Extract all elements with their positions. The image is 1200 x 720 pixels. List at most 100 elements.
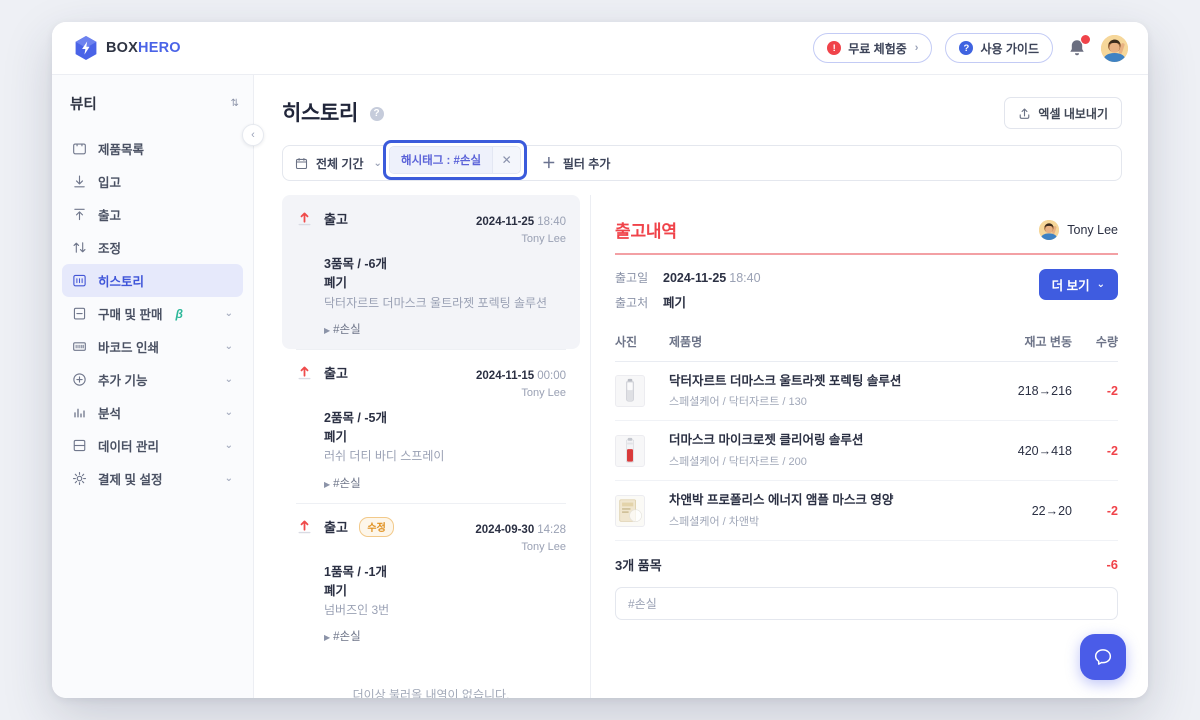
sidebar-item-inbound[interactable]: 입고 xyxy=(62,165,243,198)
history-card-datetime: 2024-09-3014:28 xyxy=(475,517,566,540)
excel-export-label: 엑셀 내보내기 xyxy=(1038,105,1108,122)
table-row[interactable]: 닥터자르트 더마스크 울트라젯 포렉팅 솔루션 스페셜케어 / 닥터자르트 / … xyxy=(615,362,1118,422)
brand-logo[interactable]: BOXHERO xyxy=(74,35,181,61)
history-card-tag[interactable]: ▶#손실 xyxy=(324,321,566,337)
export-icon xyxy=(1018,107,1031,120)
workspace-selector[interactable]: 뷰티 ⇅ xyxy=(70,93,239,114)
detail-header: 출고내역 xyxy=(615,217,1118,242)
detail-info-value: 2024-11-2518:40 xyxy=(663,271,761,285)
product-thumbnail-bottle xyxy=(615,435,645,467)
sidebar-item-analytics[interactable]: 분석 ⌄ xyxy=(62,396,243,429)
column-header-name: 제품명 xyxy=(669,333,976,350)
chevron-down-icon: ⌄ xyxy=(225,407,233,418)
free-trial-label: 무료 체험중 xyxy=(848,40,907,57)
history-card-user: Tony Lee xyxy=(476,386,566,402)
history-card-user: Tony Lee xyxy=(475,540,566,556)
help-icon[interactable]: ? xyxy=(370,107,384,121)
detail-info: 출고일 2024-11-2518:40 출고처 폐기 더 보기 ⌄ xyxy=(615,269,1118,317)
list-item[interactable]: 출고 2024-11-1500:00 Tony Lee 2품목 / -5개 xyxy=(282,349,580,503)
stock-before: 22 xyxy=(1032,504,1046,518)
history-card-datetime: 2024-11-2518:40 xyxy=(476,209,566,232)
sidebar-item-barcode-print[interactable]: 바코드 인쇄 ⌄ xyxy=(62,330,243,363)
exclamation-circle-icon: ! xyxy=(827,41,841,55)
hashtag-input[interactable]: #손실 xyxy=(615,587,1118,620)
table-row[interactable]: 차앤박 프로폴리스 에너지 앰플 마스크 영양 스페셜케어 / 차앤박 22→2… xyxy=(615,481,1118,541)
sidebar-item-products[interactable]: 제품목록 xyxy=(62,132,243,165)
column-header-stock-change: 재고 변동 xyxy=(976,333,1072,350)
hashtag-filter-chip[interactable]: 해시태그 : #손실 ✕ xyxy=(389,146,521,174)
user-guide-button[interactable]: ? 사용 가이드 xyxy=(945,33,1053,63)
table-header-row: 사진 제품명 재고 변동 수량 xyxy=(615,333,1118,362)
chevron-right-icon: › xyxy=(915,42,919,54)
detail-table: 사진 제품명 재고 변동 수량 xyxy=(615,333,1118,542)
product-sub: 스페셜케어 / 닥터자르트 / 200 xyxy=(669,453,968,469)
body-split: 뷰티 ⇅ 제품목록 입고 출고 조정 xyxy=(52,75,1148,698)
product-sub: 스페셜케어 / 닥터자르트 / 130 xyxy=(669,393,968,409)
detail-user: Tony Lee xyxy=(1039,220,1118,240)
detail-user-name: Tony Lee xyxy=(1067,223,1118,237)
notification-bell-button[interactable] xyxy=(1066,36,1088,60)
quantity-value: -2 xyxy=(1107,504,1118,518)
table-row[interactable]: 더마스크 마이크로젯 클리어링 솔루션 스페셜케어 / 닥터자르트 / 200 … xyxy=(615,421,1118,481)
chat-support-button[interactable] xyxy=(1080,634,1126,680)
history-card-time: 00:00 xyxy=(537,370,566,382)
history-card-tag-label: #손실 xyxy=(333,631,361,643)
content-area: 출고 2024-11-2518:40 Tony Lee 3품목 / -6개 xyxy=(254,195,1148,698)
sidebar-collapse-button[interactable]: ‹ xyxy=(242,124,264,146)
list-item[interactable]: 출고 2024-11-2518:40 Tony Lee 3품목 / -6개 xyxy=(282,195,580,349)
arrow-right-icon: → xyxy=(1039,384,1052,398)
history-card-body: 2품목 / -5개 폐기 러쉬 더티 바디 스프레이 ▶#손실 xyxy=(296,409,566,491)
history-card-header: 출고 2024-11-2518:40 Tony Lee xyxy=(296,209,566,248)
sidebar-item-label: 출고 xyxy=(98,205,121,224)
history-card-type: 출고 xyxy=(324,520,348,535)
free-trial-button[interactable]: ! 무료 체험중 › xyxy=(813,33,932,63)
sidebar-item-purchase-sales[interactable]: 구매 및 판매 β ⌄ xyxy=(62,297,243,330)
detail-title: 출고내역 xyxy=(615,217,677,242)
brand-name-light: HERO xyxy=(138,40,181,56)
history-icon xyxy=(72,273,87,288)
sidebar-item-outbound[interactable]: 출고 xyxy=(62,198,243,231)
quantity-value: -2 xyxy=(1107,444,1118,458)
add-filter-button[interactable]: ＋ 필터 추가 xyxy=(529,146,624,180)
chevron-down-icon: ⌄ xyxy=(225,473,233,484)
history-card-date: 2024-11-25 xyxy=(476,216,534,228)
period-filter[interactable]: 전체 기간 ⌄ xyxy=(283,146,394,180)
sidebar-item-billing-settings[interactable]: 결제 및 설정 ⌄ xyxy=(62,462,243,495)
avatar[interactable] xyxy=(1101,35,1128,62)
outbound-arrow-icon xyxy=(296,364,313,381)
triangle-right-icon: ▶ xyxy=(324,480,330,489)
product-name: 더마스크 마이크로젯 클리어링 솔루션 xyxy=(669,432,968,449)
user-avatar-icon xyxy=(1101,35,1128,62)
sidebar: 뷰티 ⇅ 제품목록 입고 출고 조정 xyxy=(52,75,254,698)
question-circle-icon: ? xyxy=(959,41,973,55)
sidebar-item-data-management[interactable]: 데이터 관리 ⌄ xyxy=(62,429,243,462)
history-card-tag[interactable]: ▶#손실 xyxy=(324,475,566,491)
list-item[interactable]: 출고 수정 2024-09-3014:28 Tony Lee xyxy=(282,503,580,657)
sidebar-item-label: 구매 및 판매 xyxy=(98,304,162,323)
history-card-destination: 폐기 xyxy=(324,428,566,447)
filter-bar: 전체 기간 ⌄ 해시태그 : #손실 ✕ ＋ 필터 추가 xyxy=(282,145,1122,181)
plus-circle-icon xyxy=(72,372,87,387)
sidebar-item-adjustment[interactable]: 조정 xyxy=(62,231,243,264)
arrow-right-icon: → xyxy=(1046,504,1059,518)
sidebar-item-history[interactable]: 히스토리 xyxy=(62,264,243,297)
history-card-time: 14:28 xyxy=(537,524,566,536)
calendar-icon xyxy=(295,157,308,170)
more-button[interactable]: 더 보기 ⌄ xyxy=(1039,269,1118,300)
excel-export-button[interactable]: 엑셀 내보내기 xyxy=(1004,97,1122,129)
beta-badge: β xyxy=(175,307,182,321)
history-card-body: 3품목 / -6개 폐기 닥터자르트 더마스크 울트라젯 포렉팅 솔루션 ▶#손… xyxy=(296,255,566,337)
close-icon[interactable]: ✕ xyxy=(492,147,520,173)
brand-name-bold: BOX xyxy=(106,40,138,56)
history-card-date: 2024-09-30 xyxy=(475,524,534,536)
sidebar-item-extra-features[interactable]: 추가 기능 ⌄ xyxy=(62,363,243,396)
arrows-updown-icon xyxy=(72,240,87,255)
chevron-down-icon: ⌄ xyxy=(225,341,233,352)
history-card-tag[interactable]: ▶#손실 xyxy=(324,628,566,644)
product-name-cell: 더마스크 마이크로젯 클리어링 솔루션 스페셜케어 / 닥터자르트 / 200 xyxy=(669,432,976,469)
detail-info-value-time: 18:40 xyxy=(729,271,760,285)
sidebar-nav: 제품목록 입고 출고 조정 히스토리 xyxy=(52,124,253,495)
barcode-icon xyxy=(72,339,87,354)
chevron-left-icon: ‹ xyxy=(251,129,255,141)
workspace-name: 뷰티 xyxy=(70,93,97,114)
